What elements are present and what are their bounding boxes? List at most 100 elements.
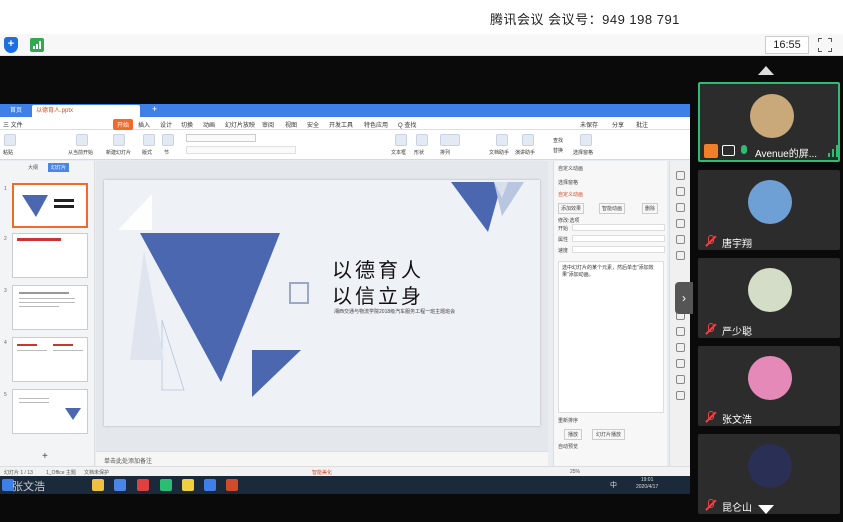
side-tool-icon[interactable] [676, 327, 685, 336]
shield-icon[interactable]: + [4, 37, 18, 53]
smart-animation-button[interactable]: 智能动画 [599, 203, 626, 214]
property-select[interactable] [572, 235, 665, 242]
explorer-icon[interactable] [92, 479, 104, 491]
participant-card[interactable]: 唐宇翔 [698, 170, 840, 250]
textbox-icon[interactable] [395, 134, 407, 146]
select-pane-link[interactable]: 选择窗格 [558, 179, 578, 186]
participant-name: 唐宇翔 [722, 239, 752, 250]
participant-card[interactable]: Avenue的屏... [698, 82, 840, 162]
play-from-current-icon[interactable] [76, 134, 88, 146]
slide-thumbnail[interactable] [12, 337, 88, 382]
menu-review[interactable]: 审阅 [262, 120, 274, 129]
custom-animation-link[interactable]: 自定义动画 [558, 191, 583, 198]
side-tool-icon[interactable] [676, 235, 685, 244]
meeting-app-icon[interactable] [204, 479, 216, 491]
menu-features[interactable]: 特色应用 [364, 120, 388, 129]
font-select[interactable] [186, 134, 256, 142]
mail-icon[interactable] [114, 479, 126, 491]
participant-card[interactable]: 张文浩 [698, 346, 840, 426]
notes-input[interactable]: 单击此处添加备注 [96, 451, 548, 466]
menu-insert[interactable]: 插入 [138, 120, 150, 129]
side-tool-icon[interactable] [676, 251, 685, 260]
side-tool-icon[interactable] [676, 359, 685, 368]
screen-share-icon [722, 145, 735, 156]
app-icon[interactable] [137, 479, 149, 491]
find-button[interactable]: 查找 [553, 137, 563, 144]
selection-pane-icon[interactable] [580, 134, 592, 146]
scroll-up-icon[interactable] [758, 66, 774, 75]
menu-start[interactable]: 开始 [113, 119, 134, 130]
font-format-group[interactable] [186, 146, 296, 154]
section-icon[interactable] [162, 134, 174, 146]
participant-card[interactable]: 昆仑山 [698, 434, 840, 514]
play-button[interactable]: 播放 [564, 429, 583, 440]
participant-card[interactable]: 严少聪 [698, 258, 840, 338]
slide-canvas[interactable]: 以德育人 以信立身 湘西交通与物流学院2018级汽车服务工程一班主题班会 [104, 180, 540, 426]
slide-thumbnail[interactable] [12, 285, 88, 330]
side-tool-icon[interactable] [676, 171, 685, 180]
side-tool-icon[interactable] [676, 343, 685, 352]
collapse-panel-button[interactable]: › [675, 282, 693, 314]
wps-body: 大纲 幻灯片 1 2 3 4 5 + 以德育人 以信立身 湘西交通与物流学院20… [0, 161, 690, 466]
tab-document[interactable]: 以德育人.pptx [32, 105, 140, 117]
new-tab-icon[interactable]: + [148, 104, 161, 115]
side-tool-icon[interactable] [676, 219, 685, 228]
replace-button[interactable]: 替换 [553, 147, 563, 154]
speech-assistant-icon[interactable] [522, 134, 534, 146]
menu-search[interactable]: Q 查找 [398, 120, 416, 129]
meeting-title-bar: 腾讯会议 会议号：949 198 791 [0, 0, 843, 34]
scroll-down-icon[interactable] [758, 505, 774, 514]
wps-app-icon[interactable] [226, 479, 238, 491]
wechat-icon[interactable] [160, 479, 172, 491]
menu-devtools[interactable]: 开发工具 [329, 120, 353, 129]
menu-file[interactable]: 三 文件 [3, 120, 23, 129]
side-tool-icon[interactable] [676, 187, 685, 196]
tab-home[interactable]: 首页 [6, 105, 26, 117]
signal-icon[interactable] [30, 38, 44, 52]
menu-security[interactable]: 安全 [307, 120, 319, 129]
participant-name: 昆仑山 [722, 503, 752, 514]
add-slide-icon[interactable]: + [42, 451, 48, 462]
menu-share[interactable]: 分享 [612, 120, 624, 129]
menu-design[interactable]: 设计 [160, 120, 172, 129]
slide-thumbnail[interactable] [12, 183, 88, 228]
fullscreen-icon[interactable] [818, 38, 832, 52]
side-tool-icon[interactable] [676, 203, 685, 212]
side-tool-icon[interactable] [676, 391, 685, 400]
doc-assistant-icon[interactable] [496, 134, 508, 146]
taskbar-date: 2020/4/17 [636, 484, 659, 490]
slide-thumbnail[interactable] [12, 389, 88, 434]
participant-panel: Avenue的屏... 唐宇翔 严少聪 张文浩 昆仑山 [695, 56, 843, 522]
arrange-icon[interactable] [440, 134, 460, 146]
layout-icon[interactable] [143, 134, 155, 146]
tab-outline[interactable]: 大纲 [28, 164, 38, 171]
participant-name: Avenue的屏... [755, 149, 818, 160]
paste-icon[interactable] [4, 134, 16, 146]
speed-select[interactable] [572, 246, 665, 253]
menu-transition[interactable]: 切换 [181, 120, 193, 129]
slide-thumbnail[interactable] [12, 233, 88, 278]
thumb-number: 1 [4, 186, 7, 192]
wps-window: 首页 以德育人.pptx + 三 文件 开始 插入 设计 切换 动画 幻灯片放映… [0, 104, 690, 476]
add-effect-button[interactable]: 添加效果 [558, 203, 585, 214]
animation-tip: 选中幻灯片的某个元素，然后单击“添加效果”添加动画。 [558, 261, 664, 413]
slideshow-button[interactable]: 幻灯片播放 [592, 429, 626, 440]
delete-button[interactable]: 删除 [642, 203, 659, 214]
chrome-icon[interactable] [182, 479, 194, 491]
autopreview-checkbox[interactable]: 自动预览 [558, 443, 578, 450]
tab-slides[interactable]: 幻灯片 [48, 163, 70, 172]
menu-animation[interactable]: 动画 [203, 120, 215, 129]
menu-view[interactable]: 视图 [285, 120, 297, 129]
beautify-button[interactable]: 智能美化 [312, 469, 332, 476]
ime-indicator[interactable]: 中 [610, 480, 617, 490]
avatar [748, 180, 792, 224]
start-select[interactable] [572, 224, 665, 231]
menu-unsaved[interactable]: 未保存 [580, 120, 598, 129]
selection-pane-label: 选择窗格 [573, 150, 594, 156]
new-slide-icon[interactable] [113, 134, 125, 146]
menu-slideshow[interactable]: 幻灯片放映 [225, 120, 255, 129]
menu-comment[interactable]: 批注 [636, 120, 648, 129]
side-tool-icon[interactable] [676, 375, 685, 384]
play-from-current-label: 从当前开始 [68, 150, 94, 156]
shape-icon[interactable] [416, 134, 428, 146]
